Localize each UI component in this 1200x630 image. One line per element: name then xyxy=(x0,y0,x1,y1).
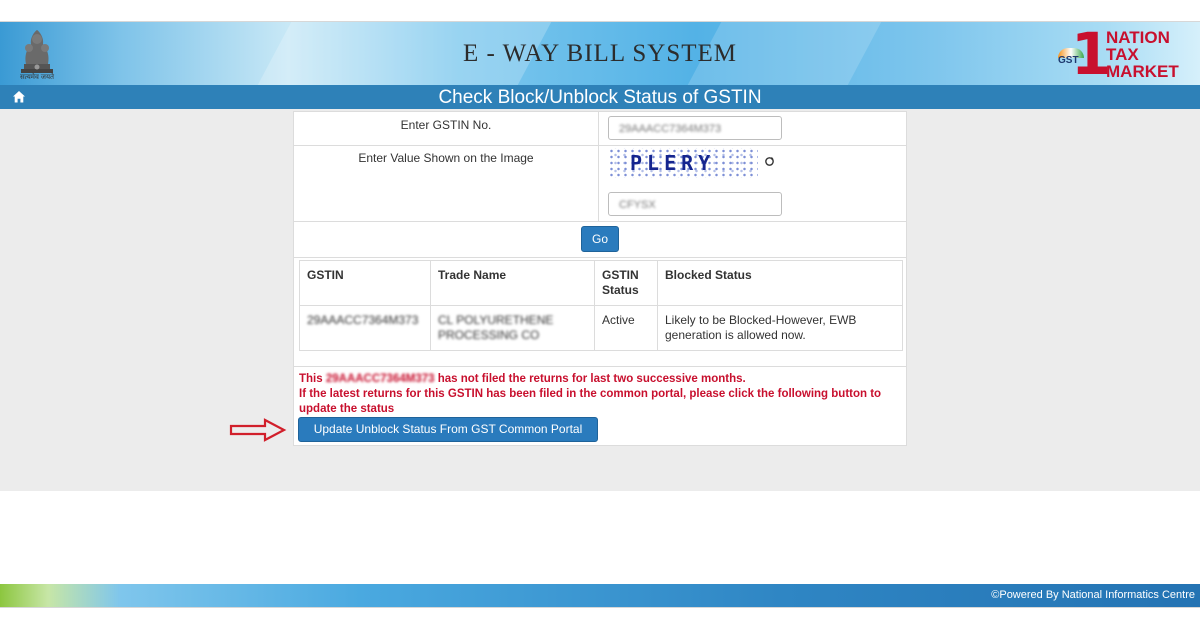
warning-message: This 29AAACC7364M373 has not filed the r… xyxy=(299,372,899,417)
check-status-panel: Enter GSTIN No. 29AAACC7364M373 Enter Va… xyxy=(293,111,907,446)
gstin-label: Enter GSTIN No. xyxy=(294,112,599,145)
col-trade-name: Trade Name xyxy=(430,260,595,306)
captcha-input-value: CFYSX xyxy=(619,199,656,211)
captcha-row: Enter Value Shown on the Image xyxy=(294,145,906,222)
arrow-right-icon xyxy=(229,418,287,442)
table-header-row: GSTIN Trade Name GSTIN Status Blocked St… xyxy=(299,260,903,306)
site-title: E - WAY BILL SYSTEM xyxy=(462,40,738,67)
table-row: 29AAACC7364M373 CL POLYURETHENE PROCESSI… xyxy=(299,305,903,351)
page-title: Check Block/Unblock Status of GSTIN xyxy=(438,87,762,108)
nav-bar: Check Block/Unblock Status of GSTIN xyxy=(0,85,1200,109)
captcha-image: PLERY xyxy=(608,148,758,178)
results-table: GSTIN Trade Name GSTIN Status Blocked St… xyxy=(299,260,903,351)
captcha-label: Enter Value Shown on the Image xyxy=(294,145,599,221)
go-button[interactable]: Go xyxy=(581,226,619,252)
footer-credit: ©Powered By National Informatics Centre xyxy=(991,589,1195,601)
captcha-input[interactable]: CFYSX xyxy=(608,192,782,216)
emblem-motto: सत्यमेव जयते xyxy=(19,74,55,81)
divider xyxy=(294,366,906,367)
captcha-image-text: PLERY xyxy=(630,151,716,175)
warning-instruction: If the latest returns for this GSTIN has… xyxy=(299,388,882,415)
cell-blocked-status: Likely to be Blocked-However, EWB genera… xyxy=(657,305,903,351)
gstin-row: Enter GSTIN No. 29AAACC7364M373 xyxy=(294,112,906,146)
col-gstin: GSTIN xyxy=(299,260,431,306)
cell-gstin: 29AAACC7364M373 xyxy=(299,305,431,351)
refresh-captcha-icon[interactable] xyxy=(764,156,775,167)
col-gstin-status: GSTIN Status xyxy=(594,260,658,306)
cell-status: Active xyxy=(594,305,658,351)
cell-trade-name: CL POLYURETHENE PROCESSING CO xyxy=(430,305,595,351)
update-unblock-status-button[interactable]: Update Unblock Status From GST Common Po… xyxy=(298,417,598,442)
warning-gstin: 29AAACC7364M373 xyxy=(325,373,435,385)
col-blocked-status: Blocked Status xyxy=(657,260,903,306)
site-footer: ©Powered By National Informatics Centre xyxy=(0,584,1200,607)
gstin-input[interactable]: 29AAACC7364M373 xyxy=(608,116,782,140)
gstin-input-value: 29AAACC7364M373 xyxy=(619,123,722,135)
